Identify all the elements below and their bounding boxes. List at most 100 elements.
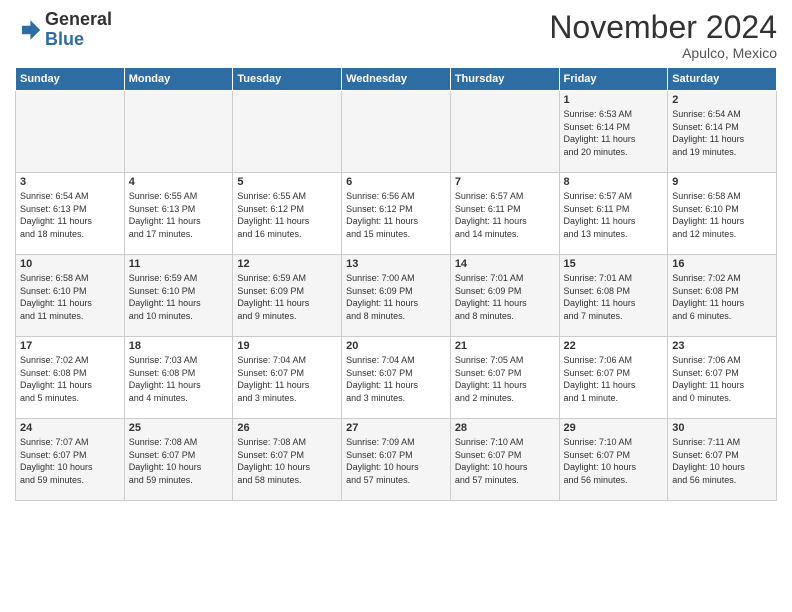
day-number: 7	[455, 176, 555, 188]
day-info: Sunrise: 7:06 AM Sunset: 6:07 PM Dayligh…	[564, 354, 664, 404]
page-container: General Blue November 2024 Apulco, Mexic…	[0, 0, 792, 506]
calendar-table: SundayMondayTuesdayWednesdayThursdayFrid…	[15, 67, 777, 501]
calendar-cell: 2Sunrise: 6:54 AM Sunset: 6:14 PM Daylig…	[668, 91, 777, 173]
calendar-cell: 13Sunrise: 7:00 AM Sunset: 6:09 PM Dayli…	[342, 255, 451, 337]
day-number: 29	[564, 422, 664, 434]
day-info: Sunrise: 6:59 AM Sunset: 6:10 PM Dayligh…	[129, 272, 229, 322]
weekday-header: Friday	[559, 68, 668, 91]
calendar-cell: 8Sunrise: 6:57 AM Sunset: 6:11 PM Daylig…	[559, 173, 668, 255]
calendar-cell: 19 Sunrise: 7:04 AM Sunset: 6:07 PM Dayli…	[233, 337, 342, 419]
day-info: Sunrise: 7:09 AM Sunset: 6:07 PM Dayligh…	[346, 436, 446, 486]
day-info: Sunrise: 7:02 AM Sunset: 6:08 PM Dayligh…	[20, 354, 120, 404]
day-info: Sunrise: 6:58 AM Sunset: 6:10 PM Dayligh…	[672, 190, 772, 240]
day-number: 9	[672, 176, 772, 188]
day-info: Sunrise: 7:07 AM Sunset: 6:07 PM Dayligh…	[20, 436, 120, 486]
day-info: Sunrise: 7:04 AM Sunset: 6:07 PM Dayligh…	[237, 354, 337, 404]
calendar-cell	[233, 91, 342, 173]
calendar-cell: 10Sunrise: 6:58 AM Sunset: 6:10 PM Dayli…	[16, 255, 125, 337]
day-number: 28	[455, 422, 555, 434]
calendar-cell: 5 Sunrise: 6:55 AM Sunset: 6:12 PM Daylig…	[233, 173, 342, 255]
day-number: 11	[129, 258, 229, 270]
day-info: Sunrise: 6:57 AM Sunset: 6:11 PM Dayligh…	[455, 190, 555, 240]
day-number: 23	[672, 340, 772, 352]
calendar-cell: 12Sunrise: 6:59 AM Sunset: 6:09 PM Dayli…	[233, 255, 342, 337]
day-number: 27	[346, 422, 446, 434]
day-info: Sunrise: 7:01 AM Sunset: 6:08 PM Dayligh…	[564, 272, 664, 322]
day-number: 6	[346, 176, 446, 188]
calendar-cell	[342, 91, 451, 173]
calendar-header: SundayMondayTuesdayWednesdayThursdayFrid…	[16, 68, 777, 91]
day-number: 5	[237, 176, 337, 188]
day-number: 20	[346, 340, 446, 352]
week-row: 10Sunrise: 6:58 AM Sunset: 6:10 PM Dayli…	[16, 255, 777, 337]
day-info: Sunrise: 7:04 AM Sunset: 6:07 PM Dayligh…	[346, 354, 446, 404]
calendar-cell: 25Sunrise: 7:08 AM Sunset: 6:07 PM Dayli…	[124, 419, 233, 501]
calendar-cell: 6 Sunrise: 6:56 AM Sunset: 6:12 PM Daylig…	[342, 173, 451, 255]
day-number: 16	[672, 258, 772, 270]
week-row: 3 Sunrise: 6:54 AM Sunset: 6:13 PM Daylig…	[16, 173, 777, 255]
weekday-header: Wednesday	[342, 68, 451, 91]
weekday-header: Saturday	[668, 68, 777, 91]
day-number: 10	[20, 258, 120, 270]
day-info: Sunrise: 7:03 AM Sunset: 6:08 PM Dayligh…	[129, 354, 229, 404]
day-info: Sunrise: 7:08 AM Sunset: 6:07 PM Dayligh…	[129, 436, 229, 486]
calendar-cell: 16 Sunrise: 7:02 AM Sunset: 6:08 PM Dayli…	[668, 255, 777, 337]
header: General Blue November 2024 Apulco, Mexic…	[15, 10, 777, 61]
day-number: 14	[455, 258, 555, 270]
weekday-header: Monday	[124, 68, 233, 91]
day-info: Sunrise: 7:08 AM Sunset: 6:07 PM Dayligh…	[237, 436, 337, 486]
calendar-cell: 17 Sunrise: 7:02 AM Sunset: 6:08 PM Dayli…	[16, 337, 125, 419]
location: Apulco, Mexico	[549, 45, 777, 61]
day-number: 22	[564, 340, 664, 352]
day-info: Sunrise: 7:11 AM Sunset: 6:07 PM Dayligh…	[672, 436, 772, 486]
logo-text: General Blue	[45, 10, 112, 50]
day-info: Sunrise: 7:01 AM Sunset: 6:09 PM Dayligh…	[455, 272, 555, 322]
calendar-cell: 23 Sunrise: 7:06 AM Sunset: 6:07 PM Dayli…	[668, 337, 777, 419]
calendar-cell: 9 Sunrise: 6:58 AM Sunset: 6:10 PM Daylig…	[668, 173, 777, 255]
day-number: 21	[455, 340, 555, 352]
day-number: 24	[20, 422, 120, 434]
day-info: Sunrise: 7:10 AM Sunset: 6:07 PM Dayligh…	[455, 436, 555, 486]
day-number: 26	[237, 422, 337, 434]
calendar-cell: 26 Sunrise: 7:08 AM Sunset: 6:07 PM Dayli…	[233, 419, 342, 501]
logo: General Blue	[15, 10, 112, 50]
day-number: 17	[20, 340, 120, 352]
day-info: Sunrise: 7:02 AM Sunset: 6:08 PM Dayligh…	[672, 272, 772, 322]
day-number: 19	[237, 340, 337, 352]
calendar-cell: 29 Sunrise: 7:10 AM Sunset: 6:07 PM Dayli…	[559, 419, 668, 501]
week-row: 17 Sunrise: 7:02 AM Sunset: 6:08 PM Dayli…	[16, 337, 777, 419]
day-number: 12	[237, 258, 337, 270]
title-block: November 2024 Apulco, Mexico	[549, 10, 777, 61]
month-title: November 2024	[549, 10, 777, 45]
day-info: Sunrise: 7:10 AM Sunset: 6:07 PM Dayligh…	[564, 436, 664, 486]
day-number: 1	[564, 94, 664, 106]
day-info: Sunrise: 6:53 AM Sunset: 6:14 PM Dayligh…	[564, 108, 664, 158]
calendar-cell: 22 Sunrise: 7:06 AM Sunset: 6:07 PM Dayli…	[559, 337, 668, 419]
week-row: 24 Sunrise: 7:07 AM Sunset: 6:07 PM Dayli…	[16, 419, 777, 501]
day-info: Sunrise: 6:54 AM Sunset: 6:13 PM Dayligh…	[20, 190, 120, 240]
day-info: Sunrise: 6:55 AM Sunset: 6:12 PM Dayligh…	[237, 190, 337, 240]
calendar-cell: 30 Sunrise: 7:11 AM Sunset: 6:07 PM Dayli…	[668, 419, 777, 501]
calendar-cell: 21Sunrise: 7:05 AM Sunset: 6:07 PM Dayli…	[450, 337, 559, 419]
weekday-header: Thursday	[450, 68, 559, 91]
header-row: SundayMondayTuesdayWednesdayThursdayFrid…	[16, 68, 777, 91]
weekday-header: Tuesday	[233, 68, 342, 91]
weekday-header: Sunday	[16, 68, 125, 91]
calendar-cell: 3 Sunrise: 6:54 AM Sunset: 6:13 PM Daylig…	[16, 173, 125, 255]
day-number: 30	[672, 422, 772, 434]
calendar-cell: 27 Sunrise: 7:09 AM Sunset: 6:07 PM Dayli…	[342, 419, 451, 501]
calendar-cell	[16, 91, 125, 173]
day-number: 3	[20, 176, 120, 188]
day-info: Sunrise: 7:06 AM Sunset: 6:07 PM Dayligh…	[672, 354, 772, 404]
calendar-cell: 4Sunrise: 6:55 AM Sunset: 6:13 PM Daylig…	[124, 173, 233, 255]
day-number: 8	[564, 176, 664, 188]
calendar-cell: 15 Sunrise: 7:01 AM Sunset: 6:08 PM Dayli…	[559, 255, 668, 337]
day-info: Sunrise: 6:56 AM Sunset: 6:12 PM Dayligh…	[346, 190, 446, 240]
day-number: 4	[129, 176, 229, 188]
calendar-cell: 24 Sunrise: 7:07 AM Sunset: 6:07 PM Dayli…	[16, 419, 125, 501]
day-number: 13	[346, 258, 446, 270]
day-number: 15	[564, 258, 664, 270]
day-info: Sunrise: 6:54 AM Sunset: 6:14 PM Dayligh…	[672, 108, 772, 158]
calendar-cell	[124, 91, 233, 173]
day-number: 18	[129, 340, 229, 352]
